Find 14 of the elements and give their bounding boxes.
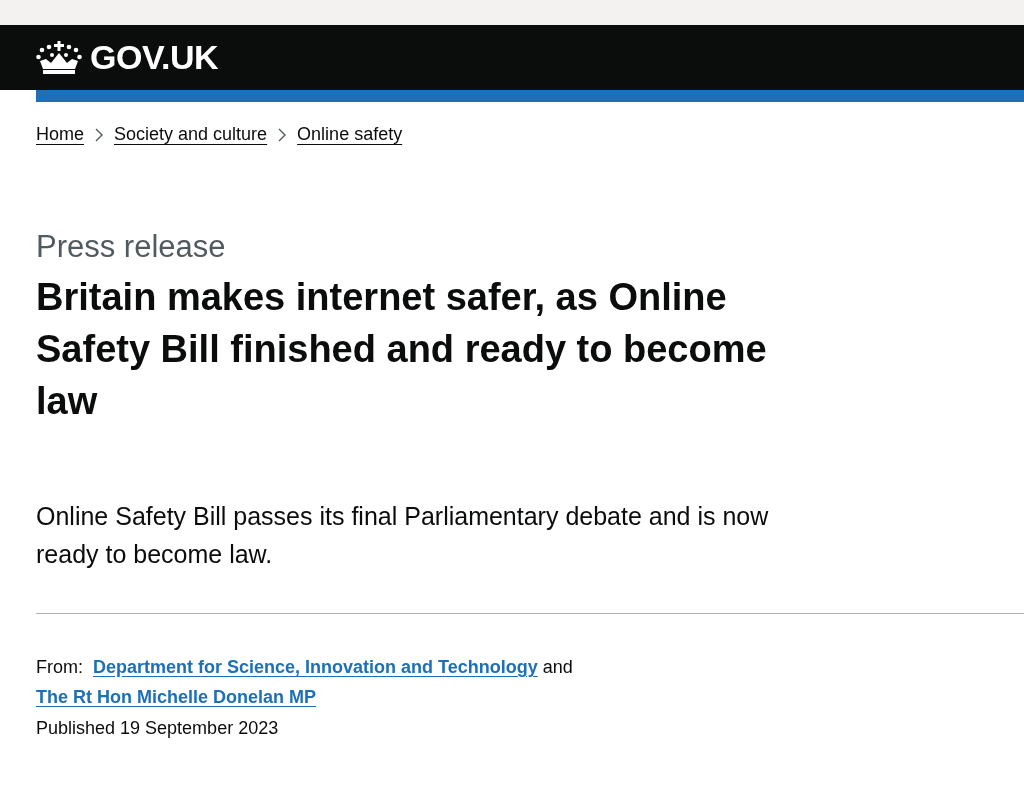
from-line: From: Department for Science, Innovation and Technology and The Rt Hon Michelle Donelan MP <box>36 656 574 709</box>
organisation-link[interactable]: The Rt Hon Michelle Donelan MP <box>36 687 317 707</box>
crown-icon <box>36 40 82 75</box>
organisation-link[interactable]: Department for Science, Innovation and Technology <box>93 657 538 677</box>
document-type: Press release <box>36 229 227 265</box>
breadcrumb-link[interactable]: Online safety <box>297 124 403 145</box>
lede-text: Online Safety Bill passes its final Parliamentary debate and is now ready to become law. <box>36 501 770 570</box>
chevron-icon <box>277 127 288 142</box>
breadcrumb-link[interactable]: Home <box>36 124 84 145</box>
breadcrumb-link[interactable]: Society and culture <box>114 124 268 145</box>
page-title: Britain makes internet safer, as Online Safety Bill finished and ready to become law <box>36 275 768 424</box>
published-date: Published 19 September 2023 <box>36 718 280 739</box>
govuk-logo[interactable]: GOV.UK <box>36 38 218 77</box>
chevron-icon <box>94 127 104 142</box>
